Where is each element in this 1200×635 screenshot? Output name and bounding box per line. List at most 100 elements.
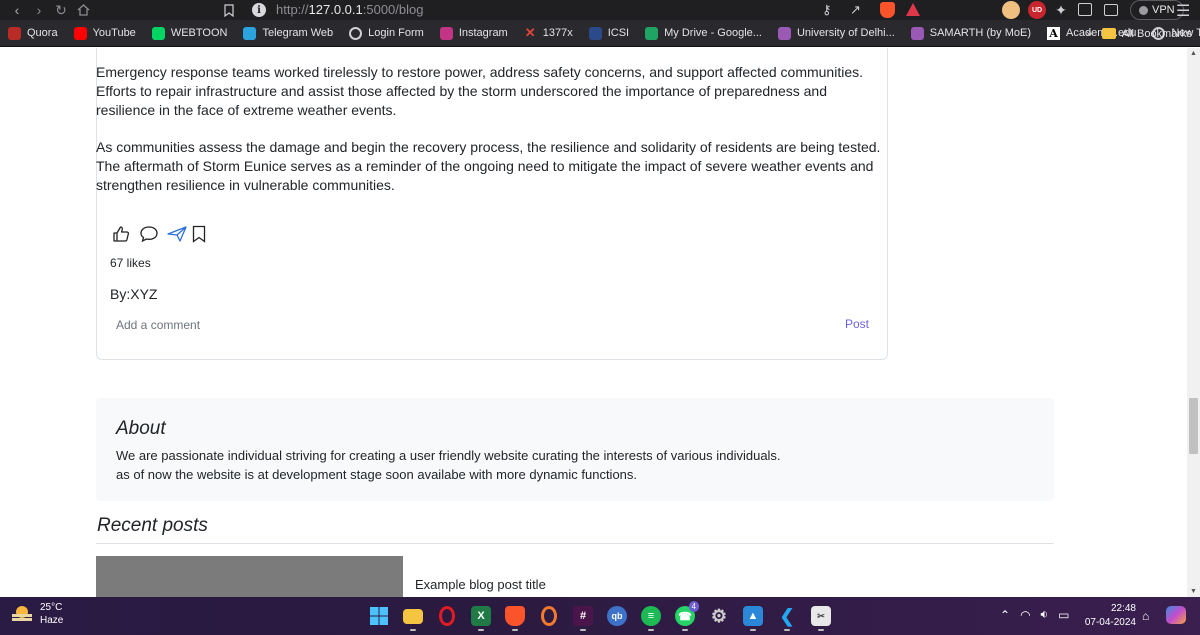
bookmark-item[interactable]: Telegram Web: [235, 20, 341, 47]
weather-condition: Haze: [40, 615, 64, 626]
bookmark-item[interactable]: WEBTOON: [144, 20, 236, 47]
save-bookmark-icon[interactable]: [188, 223, 210, 245]
vertical-scrollbar[interactable]: ▲ ▼: [1187, 48, 1200, 597]
x-icon: ✕: [524, 25, 536, 40]
bookmark-label: Instagram: [458, 27, 508, 39]
qbittorrent-icon[interactable]: qb: [602, 602, 632, 630]
vscode-icon[interactable]: ❮: [772, 602, 802, 631]
bookmarks-overflow-icon[interactable]: »: [1086, 20, 1092, 47]
all-bookmarks-label: All Bookmarks: [1121, 27, 1192, 40]
vpn-status-icon: [1139, 5, 1148, 15]
scroll-thumb[interactable]: [1189, 398, 1198, 454]
post-actions: [110, 223, 210, 245]
settings-icon[interactable]: ⚙: [704, 602, 734, 630]
taskbar-apps: X # qb ≡ ☎ 4 ⚙ ▲ ❮ ✂: [364, 601, 836, 631]
recent-post-title[interactable]: Example blog post title: [415, 577, 546, 592]
bookmark-item[interactable]: Instagram: [432, 20, 516, 47]
menu-icon[interactable]: ☰: [1176, 1, 1190, 21]
bookmark-page-icon[interactable]: [220, 1, 238, 19]
bookmark-item[interactable]: University of Delhi...: [770, 20, 903, 47]
bookmark-item[interactable]: My Drive - Google...: [637, 20, 770, 47]
spotify-icon[interactable]: ≡: [636, 602, 666, 631]
whatsapp-icon[interactable]: ☎ 4: [670, 601, 700, 631]
academia-icon: A: [1047, 26, 1061, 40]
drive-icon: [645, 26, 659, 40]
post-thumbnail[interactable]: [96, 556, 403, 597]
photos-icon[interactable]: ▲: [738, 602, 768, 631]
quora-icon: [8, 26, 21, 40]
bookmark-label: SAMARTH (by MoE): [929, 27, 1032, 39]
all-bookmarks-button[interactable]: All Bookmarks: [1101, 20, 1192, 47]
system-clock[interactable]: 22:48 07-04-2024: [1084, 602, 1136, 630]
back-icon[interactable]: ‹: [6, 0, 28, 20]
brave-shields-icon[interactable]: [880, 2, 895, 18]
post-comment-button[interactable]: Post: [845, 317, 869, 331]
globe-icon: [349, 26, 363, 40]
bookmark-item[interactable]: SAMARTH (by MoE): [903, 20, 1039, 47]
instagram-icon: [439, 26, 453, 40]
share-icon[interactable]: ↗: [850, 2, 861, 18]
bookmark-item[interactable]: ICSI: [581, 20, 637, 47]
address-bar[interactable]: http://127.0.0.1:5000/blog: [276, 2, 423, 17]
bookmark-label: Telegram Web: [262, 27, 334, 39]
webtoon-icon: [151, 26, 165, 40]
bookmark-label: University of Delhi...: [796, 27, 895, 39]
site-info-icon[interactable]: i: [252, 3, 266, 17]
show-hidden-icons-icon[interactable]: ⌃: [1000, 608, 1010, 622]
browser-toolbar: ‹ › ↻ i http://127.0.0.1:5000/blog ⚷ ↗ U…: [0, 0, 1200, 20]
notification-bell-icon[interactable]: ⌂: [1142, 609, 1149, 623]
notification-badge: 4: [688, 601, 699, 612]
battery-icon[interactable]: ▭: [1058, 608, 1069, 622]
brave-icon[interactable]: [500, 602, 530, 631]
bookmarks-bar: Quora YouTube WEBTOON Telegram Web Login For…: [0, 20, 1200, 47]
like-icon[interactable]: [110, 223, 132, 245]
wifi-icon[interactable]: ◠: [1020, 608, 1030, 622]
share-send-icon[interactable]: [166, 223, 188, 245]
copilot-icon[interactable]: [1166, 606, 1186, 624]
wallet-icon[interactable]: [1104, 4, 1118, 16]
brave-rewards-icon[interactable]: [906, 3, 920, 16]
extension-avatar-icon[interactable]: [1002, 1, 1020, 19]
reload-icon[interactable]: ↻: [50, 0, 72, 20]
folder-icon: [1101, 28, 1116, 39]
extensions-puzzle-icon[interactable]: ✦: [1052, 1, 1070, 19]
about-title: About: [116, 418, 166, 439]
bookmark-label: My Drive - Google...: [664, 27, 762, 39]
bookmark-label: WEBTOON: [170, 27, 228, 39]
du-icon: [777, 26, 791, 40]
post-author: By:XYZ: [110, 286, 158, 302]
bookmark-item[interactable]: Login Form: [341, 20, 432, 47]
about-line: as of now the website is at development …: [116, 467, 638, 482]
excel-icon[interactable]: X: [466, 602, 496, 631]
key-icon[interactable]: ⚷: [822, 2, 832, 18]
about-line: We are passionate individual striving fo…: [116, 448, 781, 463]
volume-icon[interactable]: 🔉︎: [1041, 607, 1049, 622]
weather-widget[interactable]: 25°C Haze: [12, 601, 63, 627]
bookmark-item[interactable]: ✕ 1377x: [516, 20, 581, 47]
about-text: We are passionate individual striving fo…: [116, 446, 781, 484]
clock-date: 07-04-2024: [1084, 617, 1136, 628]
slack-icon[interactable]: #: [568, 602, 598, 631]
scroll-down-icon[interactable]: ▼: [1187, 588, 1200, 595]
ublock-icon[interactable]: UD: [1028, 1, 1046, 19]
home-icon[interactable]: [72, 0, 94, 20]
opera-icon[interactable]: [432, 602, 462, 630]
post-paragraph: As communities assess the damage and beg…: [96, 139, 881, 193]
blender-icon[interactable]: [534, 602, 564, 630]
about-section: About We are passionate individual striv…: [96, 398, 1054, 501]
bookmark-item[interactable]: YouTube: [66, 20, 144, 47]
sidebar-icon[interactable]: [1078, 3, 1092, 16]
snipping-tool-icon[interactable]: ✂: [806, 602, 836, 631]
windows-start-icon[interactable]: [364, 602, 394, 630]
scroll-up-icon[interactable]: ▲: [1187, 50, 1200, 57]
bookmark-label: ICSI: [607, 27, 630, 39]
file-explorer-icon[interactable]: [398, 602, 428, 631]
likes-count: 67 likes: [110, 256, 151, 270]
forward-icon[interactable]: ›: [28, 0, 50, 20]
page-viewport: Emergency response teams worked tireless…: [0, 48, 1187, 597]
bookmark-label: Login Form: [368, 27, 424, 39]
bookmark-label: 1377x: [542, 27, 573, 39]
bookmark-item[interactable]: Quora: [0, 20, 66, 47]
comment-icon[interactable]: [138, 223, 160, 245]
comment-input[interactable]: [110, 314, 710, 336]
